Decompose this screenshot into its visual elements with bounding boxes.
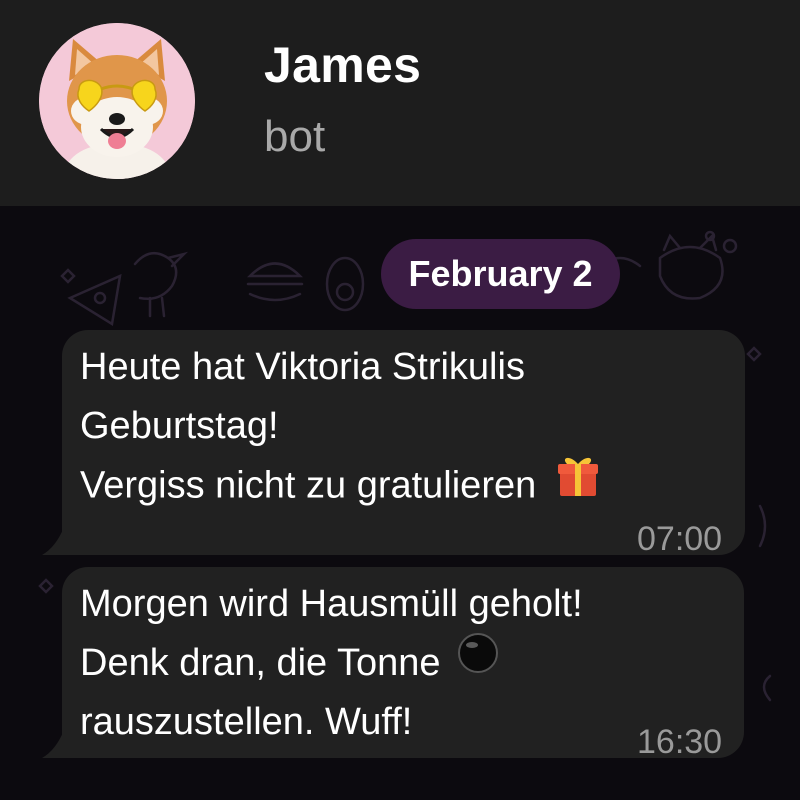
chat-screen: James bot February 2 Heute hat Viktoria …: [0, 0, 800, 800]
gift-icon: [555, 452, 601, 515]
message-line-with-emoji: Denk dran, die Tonne: [80, 632, 499, 694]
shiba-avatar-icon: [39, 23, 195, 179]
message-line: Heute hat Viktoria Strikulis: [80, 346, 525, 388]
message-line: Vergiss nicht zu gratulieren: [80, 464, 537, 507]
message-bubble[interactable]: Morgen wird Hausmüll geholt! Denk dran, …: [62, 567, 744, 761]
message-bubble[interactable]: Heute hat Viktoria Strikulis Geburtstag!…: [62, 330, 745, 558]
chat-status: bot: [264, 112, 326, 161]
date-chip: February 2: [381, 239, 620, 309]
bubble-tail-icon: [42, 730, 64, 758]
message-line: rauszustellen. Wuff!: [80, 701, 413, 743]
chat-header[interactable]: James bot: [0, 0, 800, 206]
bubble-tail-icon: [42, 527, 64, 555]
black-circle-icon: [457, 632, 499, 691]
message-line-with-emoji: Vergiss nicht zu gratulieren: [80, 456, 601, 519]
chat-name[interactable]: James: [264, 36, 421, 94]
avatar[interactable]: [39, 23, 195, 179]
message-line: Morgen wird Hausmüll geholt!: [80, 583, 583, 625]
message-line: Denk dran, die Tonne: [80, 642, 441, 684]
message-time: 07:00: [637, 520, 723, 558]
message-time: 16:30: [637, 723, 723, 761]
message-line: Geburtstag!: [80, 405, 279, 447]
message-list[interactable]: February 2 Heute hat Viktoria Strikulis …: [0, 206, 800, 800]
